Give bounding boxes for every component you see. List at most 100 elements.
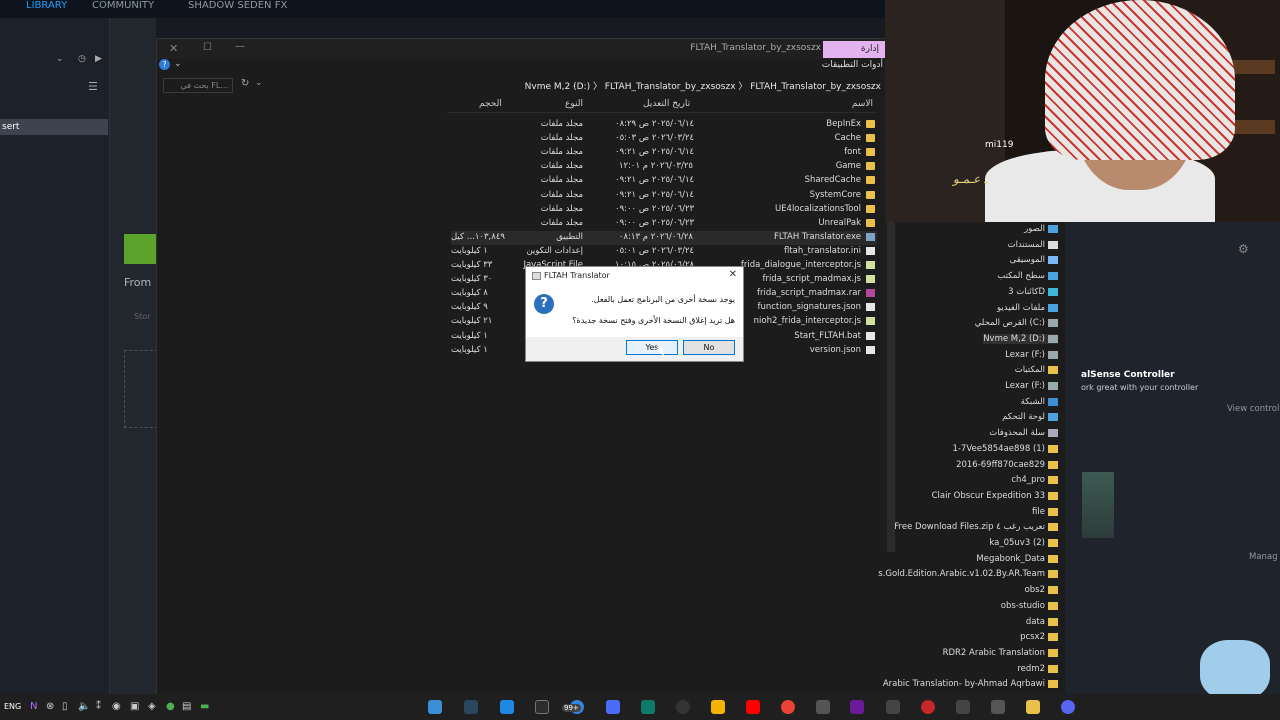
discord-icon[interactable] bbox=[1061, 700, 1075, 714]
nvidia-icon[interactable]: ● bbox=[166, 701, 175, 712]
history-dropdown-icon[interactable]: ⌄ bbox=[255, 78, 263, 88]
steam-taskbar-icon[interactable] bbox=[464, 700, 478, 714]
clock-icon[interactable]: ◷ bbox=[78, 54, 86, 64]
nav-item[interactable]: obs-studio bbox=[1001, 601, 1058, 612]
app-taskbar-icon[interactable] bbox=[921, 700, 935, 714]
app-taskbar-icon[interactable] bbox=[816, 700, 830, 714]
column-type[interactable]: النوع bbox=[565, 99, 583, 109]
nav-item[interactable]: Arabic Translation- by-Ahmad Aqrbawi bbox=[883, 679, 1058, 690]
nav-item[interactable]: 1-7Vee5854ae898 (1) bbox=[952, 444, 1058, 455]
4k-app-icon[interactable] bbox=[676, 700, 690, 714]
view-controller-link[interactable]: View control bbox=[1227, 404, 1279, 414]
app-taskbar-icon[interactable] bbox=[956, 700, 970, 714]
nav-item[interactable]: Lexar (F:) bbox=[1005, 350, 1058, 361]
nav-item[interactable]: لوحة التحكم bbox=[1002, 412, 1058, 423]
nav-item[interactable]: كائنات 3D bbox=[1008, 287, 1058, 298]
explorer-taskbar-icon[interactable] bbox=[428, 700, 442, 714]
nav-item[interactable]: ka_05uv3 (2) bbox=[989, 538, 1058, 549]
file-row[interactable]: font ٢٠٢٥/٠٦/١٤ ص ٠٩:٢١ مجلد ملفات bbox=[451, 146, 877, 160]
file-row[interactable]: FLTAH Translator.exe ٢٠٢٦/٠٦/٢٨ م ٠٨:١٣ ال… bbox=[451, 230, 877, 245]
nav-item[interactable]: redm2 bbox=[1017, 664, 1058, 675]
volume-icon[interactable]: 🔈 bbox=[78, 701, 90, 712]
nav-item[interactable]: ch4_pro bbox=[1011, 475, 1058, 486]
bluetooth-icon[interactable]: ⊗ bbox=[46, 701, 54, 712]
no-button[interactable]: No bbox=[683, 340, 735, 355]
nav-item[interactable]: RDR2 Arabic Translation bbox=[943, 648, 1058, 659]
nav-item[interactable]: s.Gold.Edition.Arabic.v1.02.By.AR.Team bbox=[878, 569, 1058, 580]
search-input[interactable]: بحث في FL... bbox=[163, 78, 233, 93]
nav-item[interactable]: المكتبات bbox=[1015, 365, 1058, 376]
nav-item[interactable]: سطح المكتب bbox=[997, 271, 1058, 282]
nav-item[interactable]: obs2 bbox=[1025, 585, 1058, 596]
column-name[interactable]: الاسم bbox=[852, 99, 873, 109]
nav-item[interactable]: Clair Obscur Expedition 33 bbox=[932, 491, 1058, 502]
tray-app-icon[interactable]: ▤ bbox=[182, 701, 191, 712]
file-row[interactable]: BepInEx ٢٠٢٥/٠٦/١٤ ص ٠٨:٢٩ مجلد ملفات bbox=[451, 118, 877, 132]
steam-tab-profile[interactable]: SHADOW SEDEN FX bbox=[188, 0, 287, 11]
tray-app-icon[interactable]: ◈ bbox=[148, 701, 156, 712]
nav-item[interactable]: المستندات bbox=[1008, 240, 1058, 251]
game-thumbnail[interactable] bbox=[1082, 472, 1114, 538]
nav-item[interactable]: Lexar (F:) bbox=[1005, 381, 1058, 392]
close-icon[interactable]: ✕ bbox=[169, 42, 178, 55]
refresh-icon[interactable]: ↻ bbox=[241, 78, 249, 89]
yes-button[interactable]: Yes bbox=[626, 340, 678, 355]
file-row[interactable]: UnrealPak ٢٠٢٥/٠٦/٢٣ ص ٠٩:٠٠ مجلد ملفات bbox=[451, 217, 877, 231]
steam-tab-community[interactable]: COMMUNITY bbox=[92, 0, 154, 11]
gear-icon[interactable]: ⚙ bbox=[1238, 242, 1249, 256]
folder-taskbar-icon[interactable] bbox=[1026, 700, 1040, 714]
close-icon[interactable]: ✕ bbox=[729, 269, 737, 280]
manage-tab[interactable]: إدارة bbox=[823, 41, 885, 58]
filter-icon[interactable]: ☰ bbox=[88, 80, 98, 93]
battery-charge-icon[interactable]: ▬ bbox=[200, 701, 209, 712]
nav-scrollbar[interactable] bbox=[887, 222, 895, 552]
battery-icon[interactable]: ▯ bbox=[62, 701, 68, 712]
app-taskbar-icon[interactable] bbox=[991, 700, 1005, 714]
file-row[interactable]: SharedCache ٢٠٢٥/٠٦/١٤ ص ٠٩:٢١ مجلد ملفات bbox=[451, 174, 877, 188]
nav-item[interactable]: Nvme M,2 (D:) bbox=[983, 333, 1058, 345]
manage-link[interactable]: Manag bbox=[1249, 552, 1278, 562]
nav-item[interactable]: القرص المحلي (C:) bbox=[975, 318, 1058, 329]
help-icon[interactable]: ? bbox=[159, 59, 170, 70]
onenote-icon[interactable]: N bbox=[30, 701, 37, 712]
column-date[interactable]: تاريخ التعديل bbox=[643, 99, 690, 109]
nav-item[interactable]: الصور bbox=[1024, 224, 1058, 235]
steam-tab-library[interactable]: LIBRARY bbox=[26, 0, 67, 11]
language-indicator[interactable]: ENG bbox=[4, 702, 21, 711]
app-taskbar-icon[interactable] bbox=[500, 700, 514, 714]
app-taskbar-icon[interactable] bbox=[535, 700, 549, 714]
nav-item[interactable]: file bbox=[1032, 507, 1058, 518]
minimize-icon[interactable]: — bbox=[235, 41, 245, 52]
nav-item[interactable]: 2016-69ff870cae829 bbox=[956, 460, 1058, 471]
file-row[interactable]: Game ٢٠٢٦/٠٣/٢٥ م ١٢:٠١ مجلد ملفات bbox=[451, 160, 877, 174]
network-icon[interactable]: ⁑ bbox=[96, 701, 101, 712]
display-icon[interactable]: ▣ bbox=[130, 701, 139, 712]
youtube-icon[interactable] bbox=[746, 700, 760, 714]
maximize-icon[interactable]: ☐ bbox=[203, 42, 212, 53]
nav-item[interactable]: ملفات الفيديو bbox=[997, 303, 1058, 314]
next-app-icon[interactable] bbox=[850, 700, 864, 714]
app-taskbar-icon[interactable] bbox=[606, 700, 620, 714]
play-icon[interactable]: ▶ bbox=[95, 54, 102, 64]
chevron-down-icon[interactable]: ⌄ bbox=[56, 54, 64, 64]
file-row[interactable]: fltah_translator.ini ٢٠٢٦/٠٣/٢٤ ص ٠٥:٠١ إع… bbox=[451, 245, 877, 259]
steam-tray-icon[interactable]: ◉ bbox=[112, 701, 121, 712]
file-row[interactable]: UE4localizationsTool ٢٠٢٥/٠٦/٢٣ ص ٠٩:٠٠ مج… bbox=[451, 203, 877, 217]
column-size[interactable]: الحجم bbox=[479, 99, 502, 109]
nav-item[interactable]: الموسيقى bbox=[1010, 255, 1058, 266]
nav-item[interactable]: سلة المحذوفات bbox=[989, 428, 1058, 439]
nav-item[interactable]: الشبكة bbox=[1021, 397, 1058, 408]
steam-play-button[interactable] bbox=[124, 234, 156, 264]
ribbon-expand-icon[interactable]: ⌄ bbox=[174, 59, 182, 69]
file-row[interactable]: SystemCore ٢٠٢٥/٠٦/١٤ ص ٠٩:٢١ مجلد ملفات bbox=[451, 189, 877, 203]
nav-item[interactable]: data bbox=[1026, 617, 1058, 628]
file-row[interactable]: Cache ٢٠٢٦/٠٣/٢٤ ص ٠٥:٠٣ مجلد ملفات bbox=[451, 132, 877, 146]
breadcrumb[interactable]: Nvme M,2 (D:) 〉 FLTAH_Translator_by_zxso… bbox=[525, 79, 881, 92]
nav-item[interactable]: pcsx2 bbox=[1020, 632, 1058, 643]
steam-library-selected-item[interactable]: sert bbox=[0, 119, 108, 135]
rockstar-icon[interactable] bbox=[711, 700, 725, 714]
nav-item[interactable]: Megabonk_Data bbox=[976, 554, 1058, 565]
checkmark-icon[interactable] bbox=[886, 700, 900, 714]
nav-item[interactable]: Free Download Files.zip تعريب رغب ٤ bbox=[894, 522, 1058, 533]
app-taskbar-icon[interactable] bbox=[641, 700, 655, 714]
